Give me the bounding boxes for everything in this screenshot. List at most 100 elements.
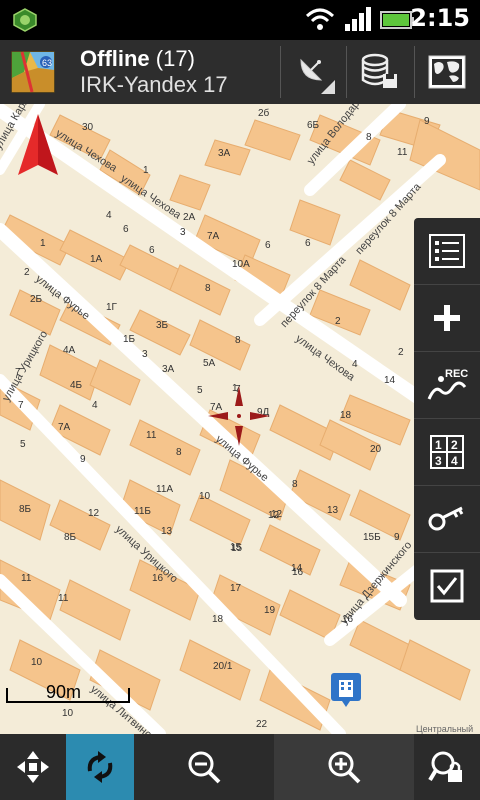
building-poi-icon[interactable]	[330, 672, 362, 708]
svg-text:10: 10	[199, 491, 211, 502]
satellite-icon	[300, 58, 335, 94]
track-record-button[interactable]: REC	[414, 352, 480, 419]
svg-text:4Б: 4Б	[70, 380, 83, 391]
svg-text:14: 14	[384, 375, 396, 386]
zoom-out-icon	[188, 751, 221, 784]
add-icon	[434, 305, 460, 331]
map-source-title: Offline (17)	[80, 46, 195, 71]
status-bar: 2:15	[0, 0, 480, 40]
svg-text:8: 8	[205, 283, 211, 294]
svg-text:12: 12	[88, 508, 100, 519]
map-layers-icon	[428, 55, 466, 89]
svg-text:19: 19	[264, 605, 276, 616]
signal-icon	[345, 7, 371, 31]
svg-text:11: 11	[21, 573, 32, 584]
side-toolbar: REC 1 2 3 4	[414, 218, 480, 620]
svg-text:20: 20	[370, 444, 382, 455]
bottom-toolbar	[0, 734, 480, 800]
add-button[interactable]	[414, 285, 480, 352]
svg-text:2: 2	[335, 316, 341, 327]
rec-label: REC	[445, 368, 468, 380]
svg-text:8: 8	[292, 479, 298, 490]
svg-text:9: 9	[424, 116, 430, 127]
svg-text:30: 30	[82, 122, 94, 133]
svg-text:3: 3	[142, 349, 148, 360]
svg-text:5А: 5А	[203, 358, 216, 369]
checkbox-button[interactable]	[414, 553, 480, 619]
search-lock-button[interactable]	[414, 734, 480, 800]
svg-text:13: 13	[161, 526, 173, 537]
map-source-subtitle: IRK-Yandex 17	[80, 72, 228, 97]
svg-text:3А: 3А	[162, 364, 175, 375]
app-badge-icon	[13, 8, 37, 32]
svg-text:3: 3	[435, 454, 442, 468]
svg-text:7А: 7А	[58, 422, 71, 433]
svg-text:6: 6	[305, 238, 311, 249]
move-button[interactable]	[0, 734, 66, 800]
svg-text:5: 5	[197, 385, 203, 396]
satellite-button[interactable]	[282, 40, 344, 104]
svg-text:2: 2	[398, 347, 404, 358]
svg-text:20/1: 20/1	[213, 661, 233, 672]
map-app-logo-icon[interactable]: 63	[10, 48, 58, 96]
svg-text:7А: 7А	[207, 231, 220, 242]
svg-text:4: 4	[352, 359, 358, 370]
clock: 2:15	[410, 4, 470, 32]
svg-text:2б: 2б	[258, 107, 270, 119]
svg-text:1А: 1А	[90, 254, 103, 265]
svg-text:6: 6	[149, 245, 155, 256]
track-record-icon: REC	[427, 368, 468, 400]
database-icon	[361, 53, 397, 88]
svg-text:7А: 7А	[210, 402, 223, 413]
svg-text:22: 22	[256, 719, 268, 730]
svg-text:8: 8	[235, 335, 241, 346]
map-canvas[interactable]: улица Чехова улица Чехова улица Чехова у…	[0, 104, 480, 734]
map-view[interactable]: улица Чехова улица Чехова улица Чехова у…	[0, 104, 480, 734]
number-grid-icon: 1 2 3 4	[430, 435, 464, 469]
zoom-in-button[interactable]	[274, 734, 414, 800]
svg-text:3А: 3А	[218, 148, 231, 159]
scale-bar: 90m	[6, 682, 130, 704]
title-bar: 63 Offline (17) IRK-Yandex 17	[0, 40, 480, 106]
svg-text:4А: 4А	[63, 345, 76, 356]
svg-text:6: 6	[265, 240, 271, 251]
svg-text:4: 4	[451, 454, 458, 468]
svg-text:11Б: 11Б	[134, 506, 151, 517]
svg-text:8: 8	[176, 447, 182, 458]
svg-text:3: 3	[180, 227, 186, 238]
svg-text:16: 16	[342, 614, 354, 625]
number-grid-button[interactable]: 1 2 3 4	[414, 419, 480, 486]
svg-text:5: 5	[20, 439, 26, 450]
svg-text:9: 9	[394, 532, 400, 543]
wifi-icon	[305, 8, 335, 30]
svg-text:15: 15	[231, 543, 243, 554]
svg-text:7: 7	[18, 400, 24, 411]
svg-text:2Б: 2Б	[30, 294, 43, 305]
svg-text:15Б: 15Б	[363, 532, 381, 543]
map-layers-button[interactable]	[416, 40, 478, 104]
sync-icon	[87, 751, 113, 783]
key-button[interactable]	[414, 486, 480, 553]
sync-button[interactable]	[66, 734, 134, 800]
svg-text:6Б: 6Б	[307, 120, 320, 131]
svg-text:18: 18	[212, 614, 224, 625]
svg-text:10: 10	[31, 657, 43, 668]
zoom-in-icon	[328, 751, 361, 784]
key-icon	[428, 506, 464, 531]
zoom-out-button[interactable]	[134, 734, 274, 800]
svg-text:18: 18	[340, 410, 352, 421]
svg-text:1: 1	[40, 238, 46, 249]
svg-text:17: 17	[230, 583, 242, 594]
svg-text:1Г: 1Г	[106, 302, 118, 313]
svg-text:16: 16	[152, 573, 164, 584]
svg-text:7: 7	[15, 367, 21, 378]
list-button[interactable]	[414, 218, 480, 285]
district-label: Центральный	[416, 724, 474, 734]
svg-text:10: 10	[62, 708, 74, 719]
svg-text:6: 6	[123, 224, 129, 235]
svg-text:11А: 11А	[156, 484, 173, 495]
scale-label: 90m	[46, 682, 82, 702]
move-arrows-icon	[17, 751, 49, 783]
offline-maps-button[interactable]	[348, 40, 410, 104]
svg-text:1: 1	[435, 438, 442, 452]
